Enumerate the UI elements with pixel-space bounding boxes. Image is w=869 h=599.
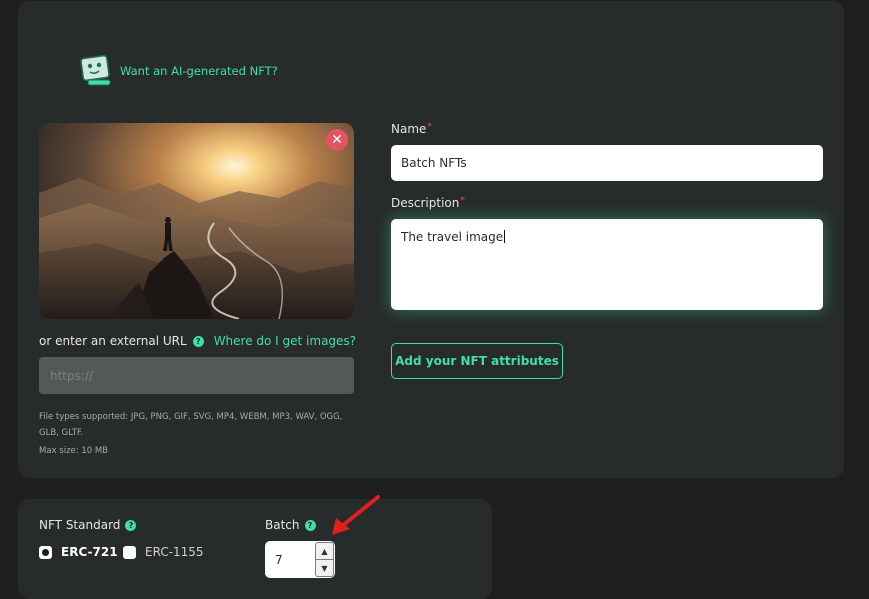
- batch-stepper: ▲ ▼: [315, 542, 334, 577]
- radio-selected-icon[interactable]: [39, 545, 52, 559]
- external-url-input[interactable]: [39, 357, 354, 394]
- mountain-landscape-image: [39, 123, 354, 319]
- chevron-down-icon: ▼: [321, 563, 328, 573]
- remove-image-button[interactable]: ✕: [326, 129, 348, 151]
- where-get-images-link[interactable]: Where do I get images?: [214, 334, 356, 348]
- required-mark: *: [460, 196, 465, 206]
- batch-label: Batch ?: [265, 518, 316, 532]
- decrement-button[interactable]: ▼: [315, 560, 334, 577]
- close-icon: ✕: [331, 132, 343, 148]
- external-url-row: or enter an external URL ? Where do I ge…: [39, 334, 356, 348]
- max-size-note: Max size: 10 MB: [39, 446, 109, 456]
- batch-number-input[interactable]: 7 ▲ ▼: [265, 541, 335, 578]
- help-icon[interactable]: ?: [192, 335, 204, 347]
- chevron-up-icon: ▲: [321, 546, 328, 556]
- radio-unselected-icon[interactable]: [123, 545, 136, 559]
- help-icon[interactable]: ?: [125, 519, 137, 531]
- add-attributes-button[interactable]: Add your NFT attributes: [391, 343, 563, 379]
- nft-standard-label-text: NFT Standard: [39, 518, 121, 532]
- description-label-text: Description: [391, 196, 460, 210]
- ai-generate-link-text[interactable]: Want an AI-generated NFT?: [120, 64, 278, 78]
- standard-option-erc1155[interactable]: ERC-1155: [123, 545, 204, 559]
- name-label-text: Name: [391, 122, 427, 136]
- nft-standard-label: NFT Standard ?: [39, 518, 137, 532]
- text-caret: [504, 230, 506, 243]
- annotation-arrow-icon: [332, 495, 380, 535]
- ai-generate-link[interactable]: Want an AI-generated NFT?: [78, 53, 278, 89]
- name-label: Name*: [391, 122, 432, 136]
- batch-value: 7: [275, 553, 283, 567]
- batch-label-text: Batch: [265, 518, 300, 532]
- external-url-label: or enter an external URL: [39, 334, 187, 348]
- standard-option-label: ERC-1155: [145, 545, 204, 559]
- description-value: The travel image: [401, 230, 504, 244]
- increment-button[interactable]: ▲: [315, 542, 334, 560]
- description-label: Description*: [391, 196, 465, 210]
- required-mark: *: [427, 122, 432, 132]
- name-input-value: Batch NFTs: [401, 156, 467, 170]
- standard-option-erc721[interactable]: ERC-721: [39, 545, 118, 559]
- nft-image-preview: [39, 123, 354, 319]
- file-types-note: File types supported: JPG, PNG, GIF, SVG…: [39, 412, 343, 438]
- standard-option-label: ERC-721: [61, 545, 118, 559]
- help-icon[interactable]: ?: [304, 519, 316, 531]
- name-input[interactable]: Batch NFTs: [391, 145, 823, 181]
- robot-mascot-icon: [80, 54, 111, 86]
- description-textarea[interactable]: The travel image: [391, 219, 823, 310]
